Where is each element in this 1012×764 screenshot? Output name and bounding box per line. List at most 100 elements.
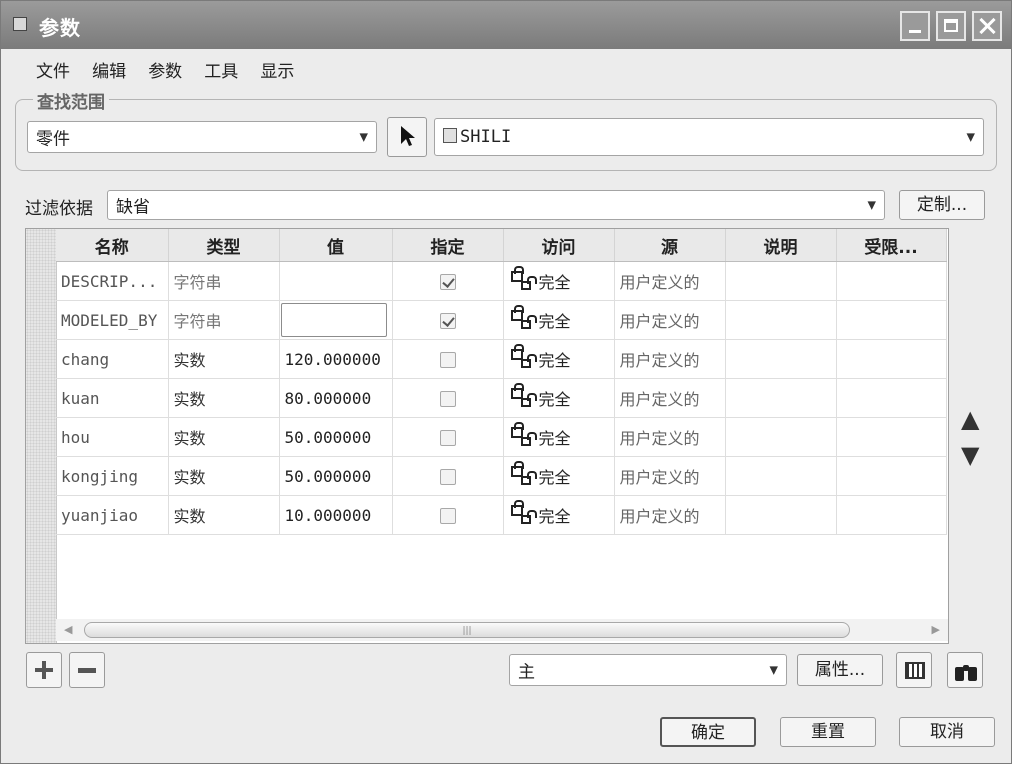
object-dropdown[interactable]: SHILI ▼ (434, 118, 984, 156)
table-row[interactable]: DESCRIP... 字符串 完全 用户定义的 (56, 261, 947, 301)
value-cell[interactable] (279, 261, 393, 301)
close-button[interactable] (972, 11, 1002, 41)
designate-checkbox[interactable] (439, 352, 456, 368)
type-cell[interactable]: 字符串 (168, 261, 280, 301)
description-cell[interactable] (725, 495, 837, 535)
type-cell[interactable]: 实数 (168, 456, 280, 496)
col-header-source[interactable]: 源 (614, 229, 726, 262)
designate-cell[interactable] (392, 417, 504, 457)
ok-button[interactable]: 确定 (660, 717, 756, 747)
name-cell[interactable]: MODELED_BY (56, 300, 169, 340)
type-cell[interactable]: 实数 (168, 495, 280, 535)
name-cell[interactable]: hou (56, 417, 169, 457)
name-cell[interactable]: DESCRIP... (56, 261, 169, 301)
name-cell[interactable]: chang (56, 339, 169, 379)
find-button[interactable] (947, 652, 983, 688)
description-cell[interactable] (725, 261, 837, 301)
designate-checkbox[interactable] (439, 274, 456, 290)
description-cell[interactable] (725, 339, 837, 379)
description-cell[interactable] (725, 378, 837, 418)
type-cell[interactable]: 实数 (168, 378, 280, 418)
designate-checkbox[interactable] (439, 430, 456, 446)
designate-cell[interactable] (392, 339, 504, 379)
description-cell[interactable] (725, 300, 837, 340)
table-row[interactable]: MODELED_BY 字符串 完全 用户定义的 (56, 300, 947, 340)
access-cell[interactable]: 完全 (503, 378, 615, 418)
type-cell[interactable]: 字符串 (168, 300, 280, 340)
restricted-cell[interactable] (836, 417, 947, 457)
columns-button[interactable] (896, 652, 932, 688)
source-cell[interactable]: 用户定义的 (614, 417, 726, 457)
access-cell[interactable]: 完全 (503, 417, 615, 457)
add-parameter-button[interactable] (26, 652, 62, 688)
minimize-button[interactable] (900, 11, 930, 41)
view-dropdown[interactable]: 主 ▼ (509, 654, 787, 686)
value-edit-field[interactable] (280, 303, 387, 337)
source-cell[interactable]: 用户定义的 (614, 300, 726, 340)
name-cell[interactable]: yuanjiao (56, 495, 169, 535)
remove-parameter-button[interactable] (69, 652, 105, 688)
scroll-left-icon[interactable]: ◀ (64, 623, 72, 636)
name-cell[interactable]: kuan (56, 378, 169, 418)
restricted-cell[interactable] (836, 495, 947, 535)
access-cell[interactable]: 完全 (503, 261, 615, 301)
access-cell[interactable]: 完全 (503, 456, 615, 496)
restricted-cell[interactable] (836, 261, 947, 301)
table-row[interactable]: yuanjiao 实数 10.000000 完全 用户定义的 (56, 495, 947, 535)
maximize-button[interactable] (936, 11, 966, 41)
type-cell[interactable]: 实数 (168, 339, 280, 379)
menu-parameters[interactable]: 参数 (148, 57, 182, 82)
designate-cell[interactable] (392, 300, 504, 340)
col-header-restricted[interactable]: 受限... (836, 229, 947, 262)
access-cell[interactable]: 完全 (503, 300, 615, 340)
reset-button[interactable]: 重置 (780, 717, 876, 747)
restricted-cell[interactable] (836, 456, 947, 496)
menu-edit[interactable]: 编辑 (92, 57, 126, 82)
table-row[interactable]: hou 实数 50.000000 完全 用户定义的 (56, 417, 947, 457)
filter-dropdown[interactable]: 缺省 ▼ (107, 190, 885, 220)
designate-cell[interactable] (392, 261, 504, 301)
scroll-right-icon[interactable]: ▶ (932, 623, 940, 636)
title-bar[interactable]: 参数 (1, 1, 1011, 49)
description-cell[interactable] (725, 456, 837, 496)
access-cell[interactable]: 完全 (503, 339, 615, 379)
value-cell[interactable]: 50.000000 (279, 456, 393, 496)
col-header-value[interactable]: 值 (279, 229, 393, 262)
source-cell[interactable]: 用户定义的 (614, 261, 726, 301)
designate-checkbox[interactable] (439, 469, 456, 485)
value-cell[interactable]: 50.000000 (279, 417, 393, 457)
access-cell[interactable]: 完全 (503, 495, 615, 535)
source-cell[interactable]: 用户定义的 (614, 339, 726, 379)
designate-cell[interactable] (392, 495, 504, 535)
menu-file[interactable]: 文件 (36, 57, 70, 82)
scroll-thumb[interactable]: ||| (84, 622, 850, 638)
select-object-button[interactable] (387, 117, 427, 157)
value-cell[interactable]: 120.000000 (279, 339, 393, 379)
cancel-button[interactable]: 取消 (899, 717, 995, 747)
move-up-icon[interactable]: ▲ (961, 405, 979, 433)
designate-checkbox[interactable] (439, 391, 456, 407)
value-cell[interactable]: 80.000000 (279, 378, 393, 418)
type-cell[interactable]: 实数 (168, 417, 280, 457)
menu-display[interactable]: 显示 (260, 57, 294, 82)
customize-button[interactable]: 定制... (899, 190, 985, 220)
source-cell[interactable]: 用户定义的 (614, 378, 726, 418)
name-cell[interactable]: kongjing (56, 456, 169, 496)
restricted-cell[interactable] (836, 378, 947, 418)
value-cell[interactable] (279, 300, 393, 340)
designate-cell[interactable] (392, 378, 504, 418)
horizontal-scrollbar[interactable]: ◀ ||| ▶ (56, 619, 948, 641)
col-header-description[interactable]: 说明 (725, 229, 837, 262)
value-cell[interactable]: 10.000000 (279, 495, 393, 535)
designate-checkbox[interactable] (439, 313, 456, 329)
col-header-designate[interactable]: 指定 (392, 229, 504, 262)
scope-dropdown[interactable]: 零件 ▼ (27, 121, 377, 153)
col-header-access[interactable]: 访问 (503, 229, 615, 262)
table-row[interactable]: kongjing 实数 50.000000 完全 用户定义的 (56, 456, 947, 496)
source-cell[interactable]: 用户定义的 (614, 456, 726, 496)
restricted-cell[interactable] (836, 300, 947, 340)
restricted-cell[interactable] (836, 339, 947, 379)
source-cell[interactable]: 用户定义的 (614, 495, 726, 535)
table-row[interactable]: kuan 实数 80.000000 完全 用户定义的 (56, 378, 947, 418)
table-row[interactable]: chang 实数 120.000000 完全 用户定义的 (56, 339, 947, 379)
